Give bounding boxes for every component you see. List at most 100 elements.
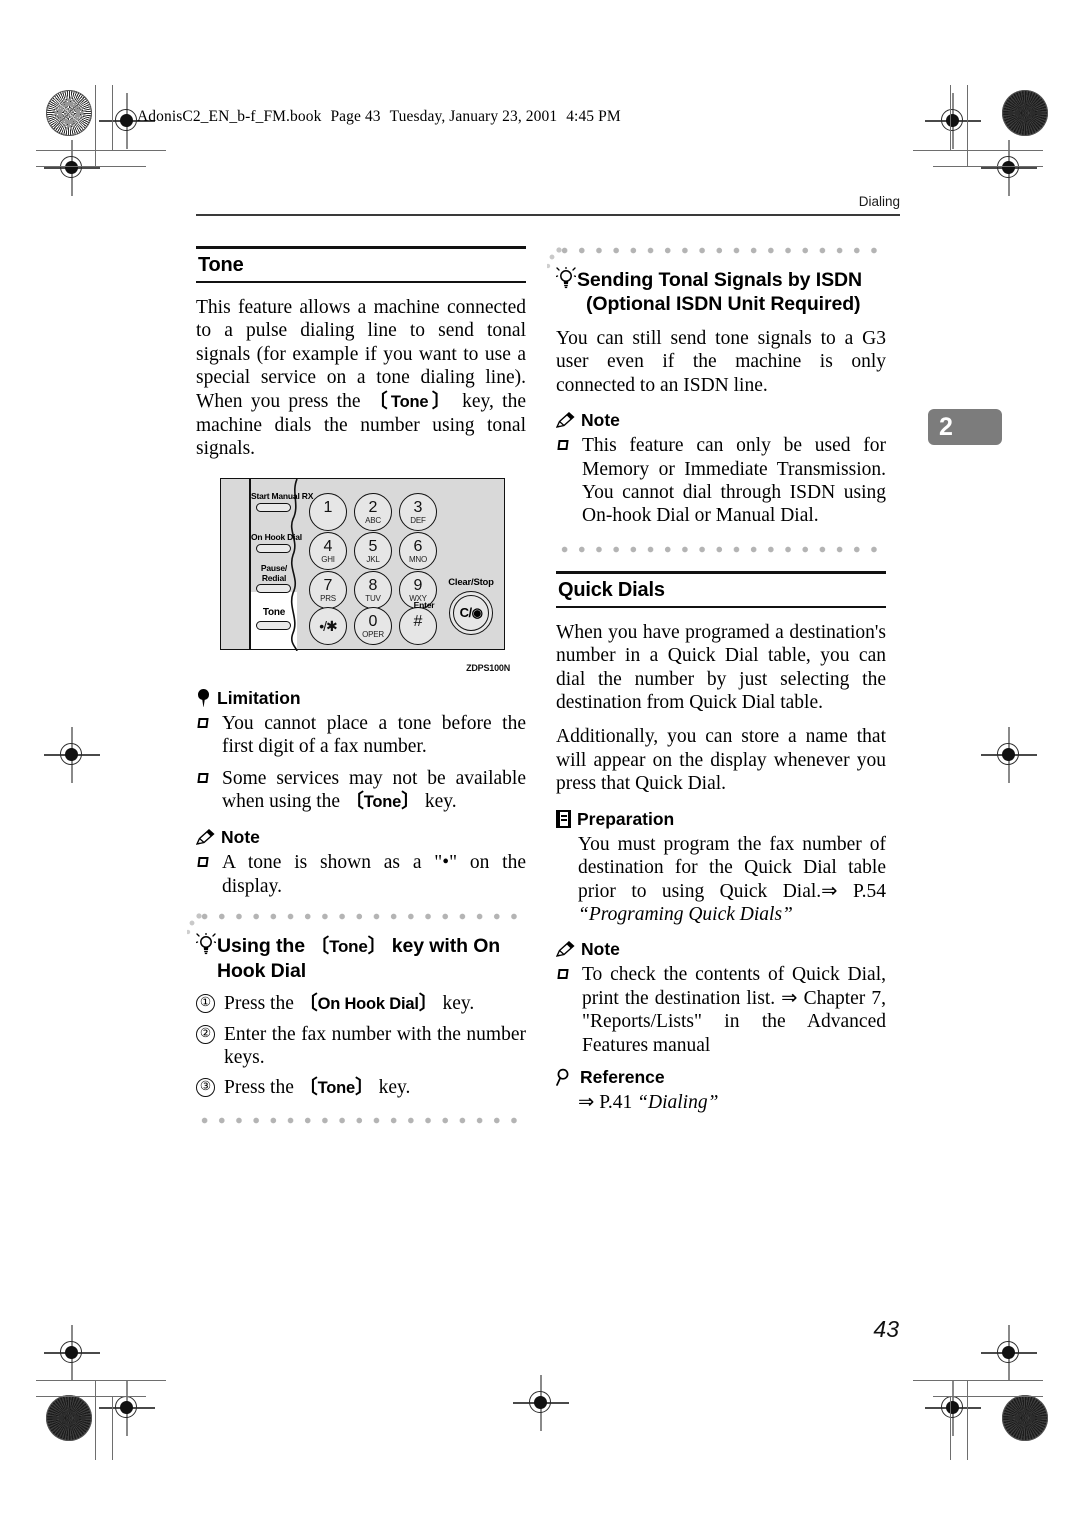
note-icon bbox=[556, 941, 575, 958]
callout-limitation-title: Limitation bbox=[196, 688, 526, 709]
keypad-key-0[interactable]: 0 OPER bbox=[354, 606, 392, 645]
lightbulb-icon bbox=[556, 267, 576, 289]
tip-heading-using-tone-key: Using the 〔Tone〕 key with On Hook Dial bbox=[196, 933, 526, 983]
preparation-arrow: ⇒ bbox=[821, 880, 838, 902]
tip-heading-text: Using the 〔Tone〕 key with On Hook Dial bbox=[217, 935, 501, 983]
file-header-date: Tuesday, January 23, 2001 bbox=[389, 108, 558, 125]
keypad-button-clear-stop[interactable]: C/◉ bbox=[449, 590, 493, 635]
keypad-panel: Start Manual RX On Hook Dial Pause/ Redi… bbox=[220, 477, 505, 651]
lightbulb-icon bbox=[196, 933, 216, 955]
running-head: Dialing bbox=[858, 194, 900, 209]
crop-line-bottom-left-v bbox=[95, 1380, 97, 1460]
list-item: Some services may not be available when … bbox=[196, 767, 526, 815]
crop-line-top-right-h2 bbox=[933, 166, 1043, 168]
keypad-button-start-manual-rx[interactable] bbox=[256, 502, 291, 512]
crop-line-bottom-left-v2 bbox=[112, 1396, 114, 1460]
keypad-button-tone[interactable] bbox=[256, 620, 291, 630]
note-list-isdn: This feature can only be used for Memory… bbox=[556, 434, 886, 528]
page-number: 43 bbox=[873, 1316, 899, 1342]
crop-line-top-left-v2 bbox=[112, 85, 114, 151]
section-heading-tone: Tone bbox=[196, 246, 526, 283]
file-header: AdonisC2_EN_b-f_FM.book Page 43 Tuesday, J… bbox=[137, 108, 630, 126]
file-header-time: 4:45 PM bbox=[566, 108, 621, 125]
list-item: This feature can only be used for Memory… bbox=[556, 434, 886, 528]
dotted-separator-top-right-tip bbox=[547, 246, 886, 271]
reference-title-text: Reference bbox=[580, 1066, 665, 1087]
preparation-ref-title: “Programing Quick Dials” bbox=[578, 903, 793, 925]
right-column: Sending Tonal Signals by ISDN (Optional I… bbox=[547, 246, 887, 1114]
step-number: ① bbox=[196, 994, 215, 1014]
reference-page: P.41 bbox=[599, 1091, 633, 1113]
registration-cross-left-upper bbox=[44, 140, 100, 196]
note-title-text-left: Note bbox=[221, 827, 260, 848]
tip-heading-line2: (Optional ISDN Unit Required) bbox=[586, 293, 861, 315]
section-heading-quick-dials: Quick Dials bbox=[556, 570, 886, 608]
reference-arrow: ⇒ bbox=[578, 1091, 595, 1113]
dotted-separator-top-left-tip bbox=[187, 912, 526, 938]
list-item: You cannot place a tone before the first… bbox=[196, 712, 526, 759]
registration-cross-bottom-right-inner bbox=[925, 1380, 981, 1436]
crop-line-bottom-right-h bbox=[913, 1380, 1043, 1382]
keypad-key-star[interactable]: •/✱ bbox=[309, 606, 347, 645]
magnifier-icon bbox=[556, 1068, 574, 1087]
registration-cross-top-right-inner bbox=[925, 93, 981, 149]
registration-cross-left-middle bbox=[44, 727, 100, 783]
crop-line-top-right-v2 bbox=[950, 85, 952, 151]
figure-id: ZDPS100N bbox=[466, 662, 510, 673]
tip-steps: ① Press the 〔On Hook Dial〕 key. ② Enter th… bbox=[196, 992, 526, 1100]
registration-cross-left-lower bbox=[44, 1325, 100, 1381]
note-list-left: A tone is shown as a "•" on the display. bbox=[196, 851, 526, 898]
keycap-on-hook-dial: 〔On Hook Dial〕 bbox=[298, 993, 438, 1015]
preparation-ref-page: P.54 bbox=[852, 880, 887, 902]
keypad-key-hash[interactable]: # bbox=[399, 606, 437, 645]
keycap-tone-intro: 〔Tone〕 bbox=[368, 390, 454, 412]
keypad-label-clear-stop: Clear/Stop bbox=[448, 576, 494, 588]
keypad-clear-stop-glyph: C/◉ bbox=[459, 604, 483, 620]
crop-line-top-right-v bbox=[967, 85, 969, 167]
quick-dials-paragraph-1: When you have programed a destination's … bbox=[556, 621, 886, 714]
crop-line-top-right-h bbox=[913, 150, 1043, 152]
crop-line-top-left-h2 bbox=[36, 166, 146, 168]
registration-starburst-top-right bbox=[1002, 90, 1048, 136]
keypad-label-enter: Enter bbox=[413, 599, 435, 610]
registration-starburst-bottom-right bbox=[1002, 1395, 1048, 1441]
callout-note-title-isdn: Note bbox=[556, 410, 886, 431]
keypad-label-redial: Redial bbox=[261, 572, 287, 583]
registration-cross-bottom-left-inner bbox=[99, 1380, 155, 1436]
dotted-separator-bottom-right-tip bbox=[556, 544, 886, 554]
note-title-text-isdn: Note bbox=[581, 410, 620, 431]
reference-body: ⇒ P.41 “Dialing” bbox=[578, 1091, 886, 1114]
list-item: ① Press the 〔On Hook Dial〕 key. bbox=[196, 992, 526, 1016]
keypad-key-4[interactable]: 4 GHI bbox=[309, 531, 347, 570]
keycap-tone-limitation: 〔Tone〕 bbox=[344, 791, 420, 813]
registration-starburst-bottom-left bbox=[46, 1395, 92, 1441]
keypad-key-8[interactable]: 8 TUV bbox=[354, 570, 392, 609]
quick-dials-paragraph-2: Additionally, you can store a name that … bbox=[556, 726, 886, 795]
keypad-button-on-hook-dial[interactable] bbox=[256, 543, 291, 553]
keypad-key-7[interactable]: 7 PRS bbox=[309, 570, 347, 609]
dotted-separator-bottom-left-tip bbox=[196, 1115, 526, 1125]
file-header-book: AdonisC2_EN_b-f_FM.book bbox=[137, 108, 322, 125]
crop-line-bottom-left-h bbox=[36, 1380, 166, 1382]
keypad-key-3[interactable]: 3 DEF bbox=[399, 492, 437, 531]
keycap-tone-tip-heading: 〔Tone〕 bbox=[310, 936, 387, 958]
callout-note-title-left: Note bbox=[196, 827, 526, 848]
list-item: ② Enter the fax number with the number ke… bbox=[196, 1023, 526, 1070]
registration-cross-right-middle bbox=[981, 727, 1037, 783]
keypad-key-1[interactable]: 1 bbox=[309, 492, 347, 531]
keypad-key-2[interactable]: 2 ABC bbox=[354, 492, 392, 531]
crop-line-bottom-right-v bbox=[967, 1380, 969, 1460]
crop-line-bottom-right-v2 bbox=[950, 1396, 952, 1460]
keypad-key-6[interactable]: 6 MNO bbox=[399, 531, 437, 570]
tip-heading-text: Sending Tonal Signals by ISDN (Optional I… bbox=[577, 267, 862, 316]
list-item: To check the contents of Quick Dial, pri… bbox=[556, 963, 886, 1057]
reference-title-italic: “Dialing” bbox=[637, 1091, 719, 1113]
keypad-label-on-hook-dial: On Hook Dial bbox=[251, 531, 302, 542]
registration-starburst-top-left bbox=[46, 90, 92, 136]
keypad-key-5[interactable]: 5 JKL bbox=[354, 531, 392, 570]
crop-line-top-left-v bbox=[95, 85, 97, 167]
registration-cross-bottom-center bbox=[513, 1375, 569, 1431]
book-icon bbox=[556, 810, 571, 829]
keypad-button-pause-redial[interactable] bbox=[256, 583, 291, 593]
crop-line-top-left-h bbox=[36, 150, 166, 152]
